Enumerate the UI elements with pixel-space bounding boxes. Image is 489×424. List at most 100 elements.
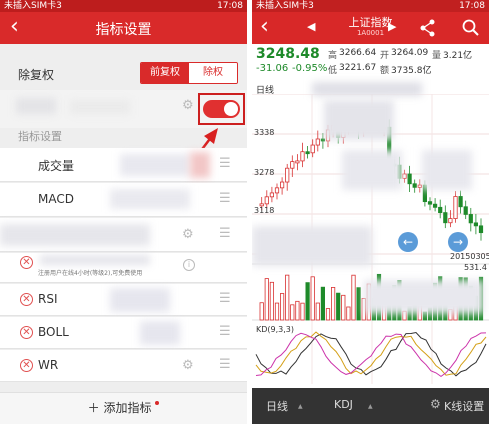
volume-bar bbox=[346, 306, 351, 321]
candle-body bbox=[264, 196, 269, 205]
axis-label-low: 3118 bbox=[254, 206, 275, 215]
volume-bar bbox=[269, 281, 275, 321]
title-bar: ‹ 指标设置 bbox=[0, 12, 247, 44]
switch-highlight-box bbox=[198, 93, 245, 125]
amount-label: 额 bbox=[380, 66, 390, 76]
gear-icon[interactable]: ⚙ bbox=[182, 358, 194, 373]
stock-chart-screen: 未插入SIM卡3 17:08 ‹ ◀ 上证指数 1A0001 ▶ 3248.48… bbox=[252, 0, 489, 424]
indicator-row-boll[interactable]: ✕ BOLL ☰ bbox=[0, 317, 247, 349]
volume-bar bbox=[274, 302, 280, 321]
toggle-knob bbox=[224, 102, 238, 116]
drag-handle-icon[interactable]: ☰ bbox=[219, 156, 231, 171]
kdj-line bbox=[255, 331, 487, 377]
remove-icon[interactable]: ✕ bbox=[20, 293, 33, 306]
indicator-row-rsi[interactable]: ✕ RSI ☰ bbox=[0, 284, 247, 316]
volume-bar bbox=[320, 286, 325, 321]
blurred-setting-row: ⚙ bbox=[0, 90, 247, 128]
tab-daily[interactable]: 日线 bbox=[266, 398, 288, 414]
candle-body bbox=[432, 203, 438, 208]
info-icon[interactable]: i bbox=[183, 259, 195, 271]
drag-handle-icon[interactable]: ☰ bbox=[219, 191, 231, 206]
volume-bar bbox=[336, 292, 341, 321]
drag-handle-icon[interactable]: ☰ bbox=[219, 357, 231, 372]
rehab-option-forward[interactable]: 前复权 bbox=[141, 63, 189, 83]
indicator-row-volume[interactable]: 成交量 ☰ bbox=[0, 148, 247, 182]
search-icon[interactable] bbox=[462, 19, 480, 37]
tab-kline-settings[interactable]: K线设置 bbox=[444, 398, 484, 414]
stock-name: 上证指数 bbox=[348, 16, 393, 29]
carrier-text: 未插入SIM卡3 bbox=[256, 1, 314, 11]
candle-body bbox=[269, 192, 275, 198]
candle-body bbox=[443, 212, 448, 224]
section-title: 指标设置 bbox=[18, 130, 62, 143]
gear-icon[interactable]: ⚙ bbox=[182, 227, 194, 242]
stock-code: 1A0001 bbox=[356, 29, 385, 37]
rehab-option-exright[interactable]: 除权 bbox=[189, 63, 237, 83]
indicator-name: MACD bbox=[38, 192, 74, 206]
indicator-row-locked: ✕ 注册用户在线4小时(等级2),可免费使用 i bbox=[0, 253, 247, 283]
candle-body bbox=[295, 160, 300, 164]
next-stock-icon[interactable]: ▶ bbox=[388, 20, 396, 33]
remove-icon[interactable]: ✕ bbox=[20, 326, 33, 339]
volume-bar bbox=[305, 282, 310, 321]
gear-icon: ⚙ bbox=[430, 397, 441, 411]
add-indicator-button[interactable]: ＋ 添加指标 bbox=[0, 392, 247, 424]
axis-label-top: 3338 bbox=[254, 128, 275, 137]
add-indicator-label: 添加指标 bbox=[103, 401, 152, 415]
quote-panel: 3248.48 -31.06 -0.95% 高 3266.64 开 3264.0… bbox=[252, 44, 489, 80]
change-percent: -0.95% bbox=[292, 63, 328, 74]
candle-body bbox=[478, 225, 484, 234]
remove-icon[interactable]: ✕ bbox=[20, 359, 33, 372]
indicator-name: BOLL bbox=[38, 325, 69, 339]
candle-body bbox=[427, 201, 433, 205]
volume-bar bbox=[315, 302, 320, 321]
volume-bar bbox=[279, 293, 285, 321]
volume-bar bbox=[290, 304, 295, 321]
volume-value: 3.21亿 bbox=[443, 51, 473, 61]
status-bar: 未插入SIM卡3 17:08 bbox=[0, 0, 247, 12]
volume-bar bbox=[310, 276, 315, 321]
candle-body bbox=[448, 218, 453, 224]
candle-body bbox=[285, 167, 290, 183]
candle-body bbox=[274, 187, 280, 194]
volume-bar bbox=[351, 274, 356, 321]
remove-icon[interactable]: ✕ bbox=[20, 256, 33, 269]
volume-bar bbox=[285, 274, 290, 321]
indicator-row-blurred[interactable]: ⚙ ☰ bbox=[0, 218, 247, 252]
candle-body bbox=[458, 196, 463, 208]
candle-body bbox=[305, 151, 310, 155]
candle-body bbox=[315, 138, 320, 146]
volume-bar bbox=[341, 294, 346, 321]
candle-body bbox=[300, 151, 305, 162]
tab-kdj[interactable]: KDJ bbox=[334, 398, 353, 411]
candle-body bbox=[473, 222, 478, 227]
drag-handle-icon[interactable]: ☰ bbox=[219, 324, 231, 339]
candle-body bbox=[310, 144, 315, 154]
gear-icon[interactable]: ⚙ bbox=[182, 98, 194, 113]
next-arrow-icon[interactable]: → bbox=[448, 232, 468, 252]
low-label: 低 bbox=[328, 66, 338, 76]
volume-bar bbox=[325, 308, 331, 321]
new-dot bbox=[155, 401, 160, 405]
drag-handle-icon[interactable]: ☰ bbox=[219, 226, 231, 241]
volume-bar bbox=[356, 287, 361, 321]
indicator-settings-screen: 未插入SIM卡3 17:08 ‹ 指标设置 除复权 前复权 除权 ⚙ 指标设置 … bbox=[0, 0, 247, 424]
volume-bar bbox=[331, 287, 336, 321]
page-title: 指标设置 bbox=[95, 22, 152, 38]
candle-body bbox=[453, 196, 458, 219]
candle-body bbox=[279, 181, 285, 189]
share-icon[interactable] bbox=[420, 19, 436, 37]
volume-axis-label: 531.4 bbox=[464, 263, 487, 272]
volume-bar bbox=[295, 300, 300, 321]
prev-arrow-icon[interactable]: ← bbox=[398, 232, 418, 252]
candle-body bbox=[468, 214, 473, 224]
indicator-row-wr[interactable]: ✕ WR ⚙ ☰ bbox=[0, 350, 247, 382]
kdj-params-label: KD(9,3,3) bbox=[256, 325, 295, 334]
toggle-switch[interactable] bbox=[203, 100, 240, 118]
caret-icon: ▲ bbox=[368, 403, 373, 410]
date-label: 20150305 bbox=[450, 252, 489, 261]
plus-icon: ＋ bbox=[87, 401, 100, 415]
indicator-row-macd[interactable]: MACD ☰ bbox=[0, 183, 247, 217]
amount-value: 3735.8亿 bbox=[391, 66, 432, 76]
drag-handle-icon[interactable]: ☰ bbox=[219, 291, 231, 306]
